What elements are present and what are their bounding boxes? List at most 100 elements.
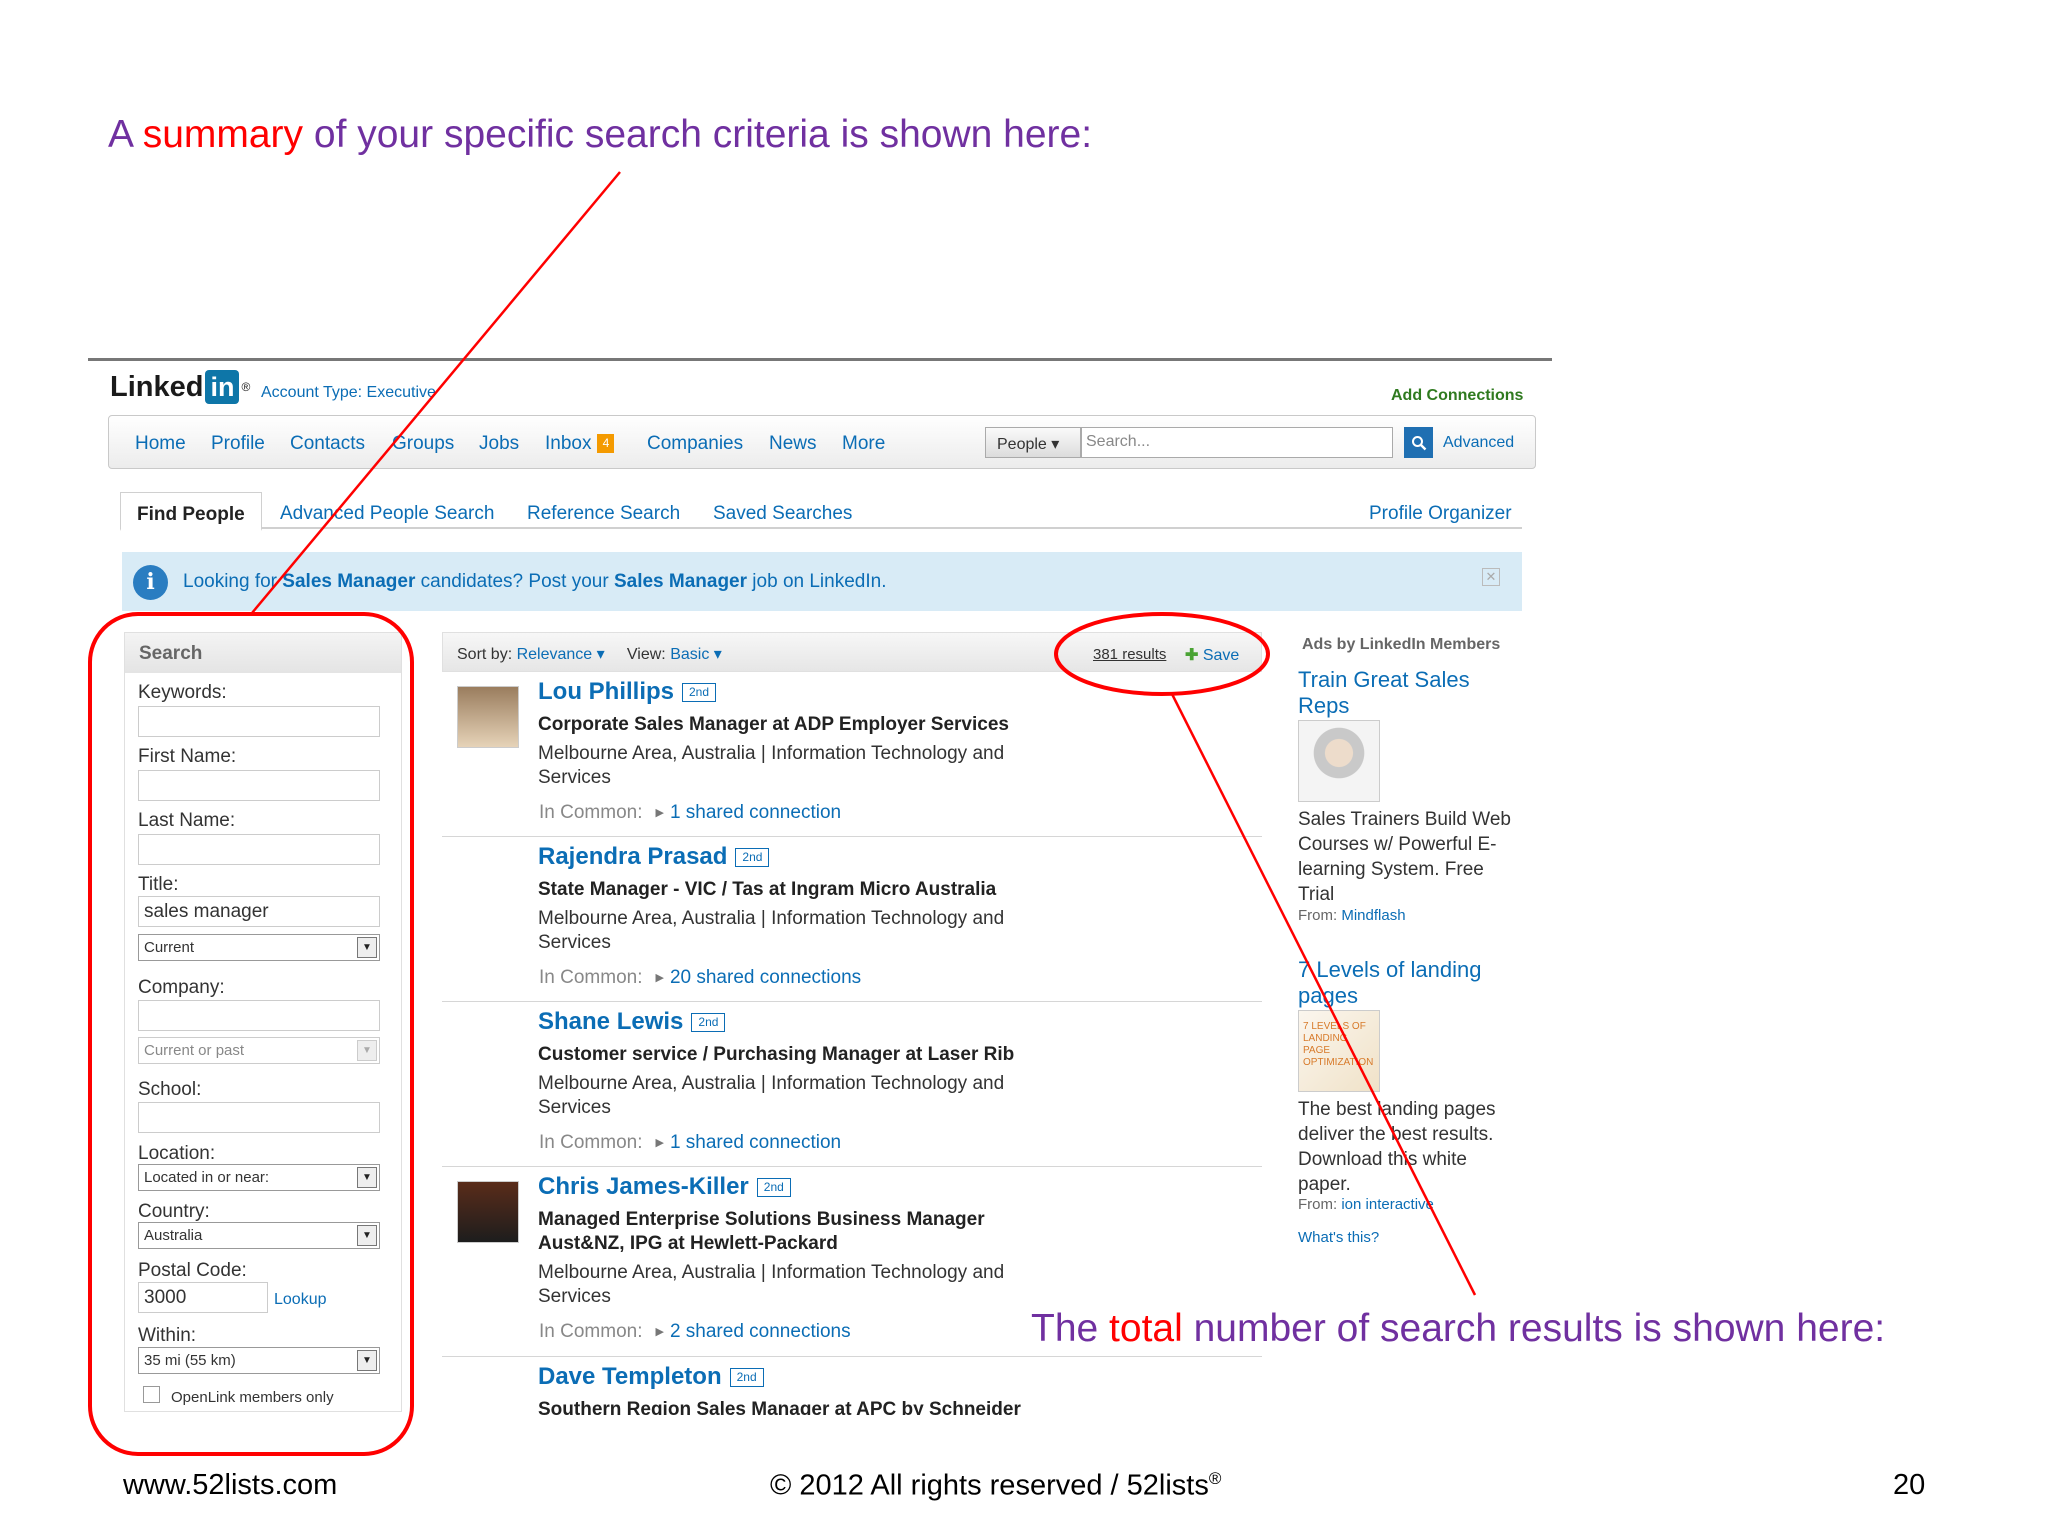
result-row: Lou Phillips 2nd Corporate Sales Manager … — [442, 672, 1262, 837]
ad-text: Sales Trainers Build Web Courses w/ Powe… — [1298, 809, 1511, 905]
whats-this-link[interactable]: What's this? — [1298, 1229, 1379, 1246]
advanced-search-link[interactable]: Advanced — [1443, 434, 1514, 452]
result-name[interactable]: Lou Phillips 2nd — [538, 678, 717, 706]
result-title: Southern Region Sales Manager at APC by … — [538, 1399, 1021, 1415]
close-icon[interactable]: ✕ — [1482, 568, 1500, 586]
search-panel-title: Search — [125, 633, 401, 673]
shared-connections-link[interactable]: 1 shared connection — [670, 1132, 841, 1153]
ad-advertiser-link[interactable]: Mindflash — [1341, 907, 1405, 924]
search-input[interactable]: Search... — [1081, 427, 1393, 458]
result-name[interactable]: Chris James-Killer 2nd — [538, 1173, 791, 1201]
ad-title[interactable]: Train Great Sales Reps — [1298, 667, 1508, 719]
in-common-label: In Common: — [539, 967, 643, 988]
nav-profile[interactable]: Profile — [211, 433, 265, 455]
tab-find-people[interactable]: Find People — [120, 492, 262, 531]
ad-image[interactable]: 7 LEVELS OF LANDING PAGE OPTIMIZATION — [1298, 1010, 1380, 1092]
nav-jobs[interactable]: Jobs — [479, 433, 519, 455]
chevron-down-icon: ▼ — [357, 1225, 377, 1246]
title-scope-value: Current — [144, 939, 195, 956]
degree-badge: 2nd — [682, 683, 717, 703]
first-name-input[interactable] — [138, 770, 380, 801]
nav-contacts[interactable]: Contacts — [290, 433, 365, 455]
search-scope-dropdown[interactable]: People ▾ — [985, 427, 1081, 458]
shared-connections-link[interactable]: 1 shared connection — [670, 802, 841, 823]
shared-connections-link[interactable]: 2 shared connections — [670, 1321, 851, 1342]
search-icon — [1411, 435, 1426, 450]
degree-badge: 2nd — [735, 848, 770, 868]
add-connections-link[interactable]: Add Connections — [1391, 387, 1523, 405]
ad-advertiser-link[interactable]: ion interactive — [1341, 1196, 1434, 1213]
ad-from: From: Mindflash — [1298, 907, 1406, 924]
result-row: Dave Templeton 2nd Southern Region Sales … — [442, 1357, 1262, 1415]
sort-and-view: Sort by: Relevance ▾ View: Basic ▾ — [457, 644, 722, 664]
result-name[interactable]: Shane Lewis 2nd — [538, 1008, 726, 1036]
ad-from: From: ion interactive — [1298, 1196, 1434, 1213]
shared-connections-link[interactable]: 20 shared connections — [670, 967, 861, 988]
last-name-label: Last Name: — [138, 810, 236, 831]
linkedin-logo[interactable]: Linked in ® — [110, 370, 250, 404]
plus-icon: ✚ — [1185, 647, 1199, 664]
title-input[interactable]: sales manager — [138, 896, 380, 927]
result-location: Melbourne Area, Australia | Information … — [538, 908, 1005, 953]
result-location: Melbourne Area, Australia | Information … — [538, 1073, 1005, 1118]
location-select[interactable]: Located in or near: ▼ — [138, 1164, 380, 1191]
nav-groups[interactable]: Groups — [392, 433, 454, 455]
triangle-right-icon: ▶ — [655, 807, 664, 819]
nav-home[interactable]: Home — [135, 433, 186, 455]
avatar[interactable] — [457, 686, 519, 748]
tab-advanced-people-search[interactable]: Advanced People Search — [280, 503, 494, 525]
result-name[interactable]: Rajendra Prasad 2nd — [538, 843, 770, 871]
save-search-button[interactable]: ✚ Save — [1185, 645, 1239, 665]
location-value: Located in or near: — [144, 1169, 270, 1186]
ad-text: The best landing pages deliver the best … — [1298, 1099, 1496, 1195]
first-name-label: First Name: — [138, 746, 237, 767]
school-label: School: — [138, 1079, 202, 1100]
triangle-right-icon: ▶ — [655, 1137, 664, 1149]
within-value: 35 mi (55 km) — [144, 1352, 236, 1369]
ad-title[interactable]: 7 Levels of landing pages — [1298, 957, 1508, 1009]
banner-message[interactable]: Looking for Sales Manager candidates? Po… — [183, 571, 886, 593]
within-select[interactable]: 35 mi (55 km) ▼ — [138, 1347, 380, 1374]
company-scope-value: Current or past — [144, 1042, 245, 1059]
results-toolbar: Sort by: Relevance ▾ View: Basic ▾ 381 r… — [442, 632, 1262, 672]
account-type-link[interactable]: Account Type: Executive — [261, 384, 436, 402]
result-in-common: In Common: ▶ 1 shared connection — [539, 802, 841, 824]
country-value: Australia — [144, 1227, 203, 1244]
search-button[interactable] — [1404, 427, 1433, 458]
openlink-checkbox[interactable] — [143, 1386, 160, 1403]
tab-saved-searches[interactable]: Saved Searches — [713, 503, 852, 525]
result-in-common: In Common: ▶ 20 shared connections — [539, 967, 861, 989]
nav-more[interactable]: More — [842, 433, 885, 455]
view-dropdown[interactable]: Basic ▾ — [670, 646, 722, 663]
result-name-text: Dave Templeton — [538, 1363, 722, 1390]
result-name[interactable]: Dave Templeton 2nd — [538, 1363, 764, 1391]
result-location: Melbourne Area, Australia | Information … — [538, 743, 1005, 788]
school-input[interactable] — [138, 1102, 380, 1133]
chevron-down-icon: ▼ — [357, 1167, 377, 1188]
result-in-common: In Common: ▶ 2 shared connections — [539, 1321, 851, 1343]
last-name-input[interactable] — [138, 834, 380, 865]
avatar[interactable] — [457, 1181, 519, 1243]
nav-companies[interactable]: Companies — [647, 433, 743, 455]
country-select[interactable]: Australia ▼ — [138, 1222, 380, 1249]
ad-image[interactable] — [1298, 720, 1380, 802]
company-scope-select[interactable]: Current or past ▼ — [138, 1037, 380, 1064]
keywords-input[interactable] — [138, 706, 380, 737]
sort-dropdown[interactable]: Relevance ▾ — [517, 646, 605, 663]
divider — [88, 358, 1552, 361]
tab-reference-search[interactable]: Reference Search — [527, 503, 680, 525]
in-common-label: In Common: — [539, 1132, 643, 1153]
title-scope-select[interactable]: Current ▼ — [138, 934, 380, 961]
info-icon: i — [133, 565, 168, 600]
profile-organizer-link[interactable]: Profile Organizer — [1369, 503, 1512, 525]
postal-code-input[interactable]: 3000 — [138, 1282, 268, 1313]
view-label: View: — [626, 646, 666, 663]
company-input[interactable] — [138, 1000, 380, 1031]
company-label: Company: — [138, 977, 225, 998]
results-count: 381 results — [1093, 646, 1167, 663]
nav-inbox[interactable]: Inbox 4 — [545, 433, 615, 455]
page-number: 20 — [1893, 1469, 1926, 1501]
nav-news[interactable]: News — [769, 433, 817, 455]
postal-lookup-link[interactable]: Lookup — [274, 1291, 327, 1309]
triangle-right-icon: ▶ — [655, 1326, 664, 1338]
